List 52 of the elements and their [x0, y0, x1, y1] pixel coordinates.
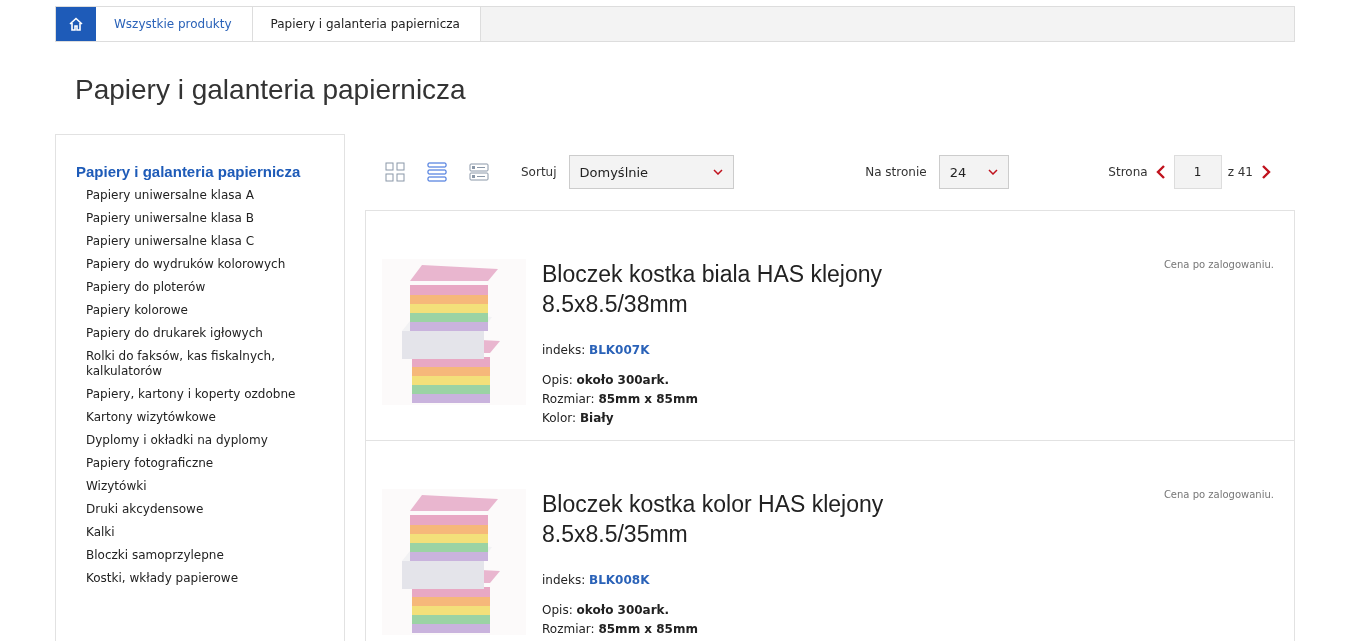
per-page-label: Na stronie: [865, 165, 927, 179]
page-label: Strona: [1108, 165, 1148, 179]
product-index: indeks: BLK008K: [542, 573, 651, 587]
sidebar-item[interactable]: Papiery do drukarek igłowych: [76, 322, 344, 345]
price-note: Cena po zalogowaniu.: [1163, 259, 1274, 270]
product-index: indeks: BLK007K: [542, 343, 651, 357]
home-button[interactable]: [56, 7, 96, 41]
sort-select[interactable]: Domyślnie: [568, 155, 734, 189]
product-detail: Rozmiar: 85mm x 85mm: [542, 391, 699, 408]
sidebar-item[interactable]: Papiery uniwersalne klasa A: [76, 184, 344, 207]
caret-icon: [712, 169, 723, 175]
sidebar-item[interactable]: Papiery uniwersalne klasa B: [76, 207, 344, 230]
sidebar-item[interactable]: Dyplomy i okładki na dyplomy: [76, 429, 344, 452]
sidebar-item[interactable]: Papiery do ploterów: [76, 276, 344, 299]
sidebar-item[interactable]: Papiery kolorowe: [76, 299, 344, 322]
page-field[interactable]: 1: [1173, 155, 1222, 189]
sidebar-item[interactable]: Bloczki samoprzylepne: [76, 544, 344, 567]
caret-icon: [987, 169, 998, 175]
sidebar-item[interactable]: Wizytówki: [76, 475, 344, 498]
chevron-left-icon: [1155, 165, 1166, 179]
product-detail: Kolor: Biały: [542, 410, 615, 427]
sidebar-item[interactable]: Rolki do faksów, kas fiskalnych, kalkulatorów: [76, 345, 344, 383]
sidebar-item[interactable]: Papiery fotograficzne: [76, 452, 344, 475]
next-page-button[interactable]: [1261, 165, 1271, 179]
product-detail: Opis: około 300ark.: [542, 602, 671, 619]
view-mode-button[interactable]: [427, 162, 447, 182]
detail-list-icon: [469, 162, 489, 182]
sidebar-item[interactable]: Papiery uniwersalne klasa C: [76, 230, 344, 253]
per-page-select[interactable]: 24: [938, 155, 1009, 189]
view-mode-button[interactable]: [469, 162, 489, 182]
sidebar-item[interactable]: Kalki: [76, 521, 344, 544]
breadcrumb-current[interactable]: Papiery i galanteria papiernicza: [252, 7, 481, 41]
sidebar-heading: Papiery i galanteria papiernicza: [76, 163, 302, 180]
list-view-icon: [427, 162, 447, 182]
chevron-right-icon: [1261, 165, 1271, 179]
sidebar-item[interactable]: Kostki, wkłady papierowe: [76, 567, 344, 590]
product-name[interactable]: Bloczek kostka biala HAS klejony 8.5x8.5/38mm: [542, 259, 912, 319]
product-detail: Opis: około 300ark.: [542, 372, 671, 389]
sidebar-item[interactable]: Papiery, kartony i koperty ozdobne: [76, 383, 344, 406]
price-note: Cena po zalogowaniu.: [1163, 489, 1274, 500]
breadcrumb-link[interactable]: Wszystkie produkty: [96, 7, 253, 41]
sort-label: Sortuj: [521, 165, 557, 179]
sidebar-item[interactable]: Druki akcydensowe: [76, 498, 344, 521]
sidebar-item[interactable]: Kartony wizytówkowe: [76, 406, 344, 429]
page-title: Papiery i galanteria papiernicza: [75, 74, 467, 106]
grid-view-icon: [385, 162, 405, 182]
home-icon: [69, 17, 83, 31]
sidebar-item[interactable]: Papiery do wydruków kolorowych: [76, 253, 344, 276]
page-total: z 41: [1227, 165, 1253, 179]
product-name[interactable]: Bloczek kostka kolor HAS klejony 8.5x8.5/35mm: [542, 489, 912, 549]
product-detail: Rozmiar: 85mm x 85mm: [542, 621, 699, 638]
previous-page-button[interactable]: [1155, 165, 1166, 179]
